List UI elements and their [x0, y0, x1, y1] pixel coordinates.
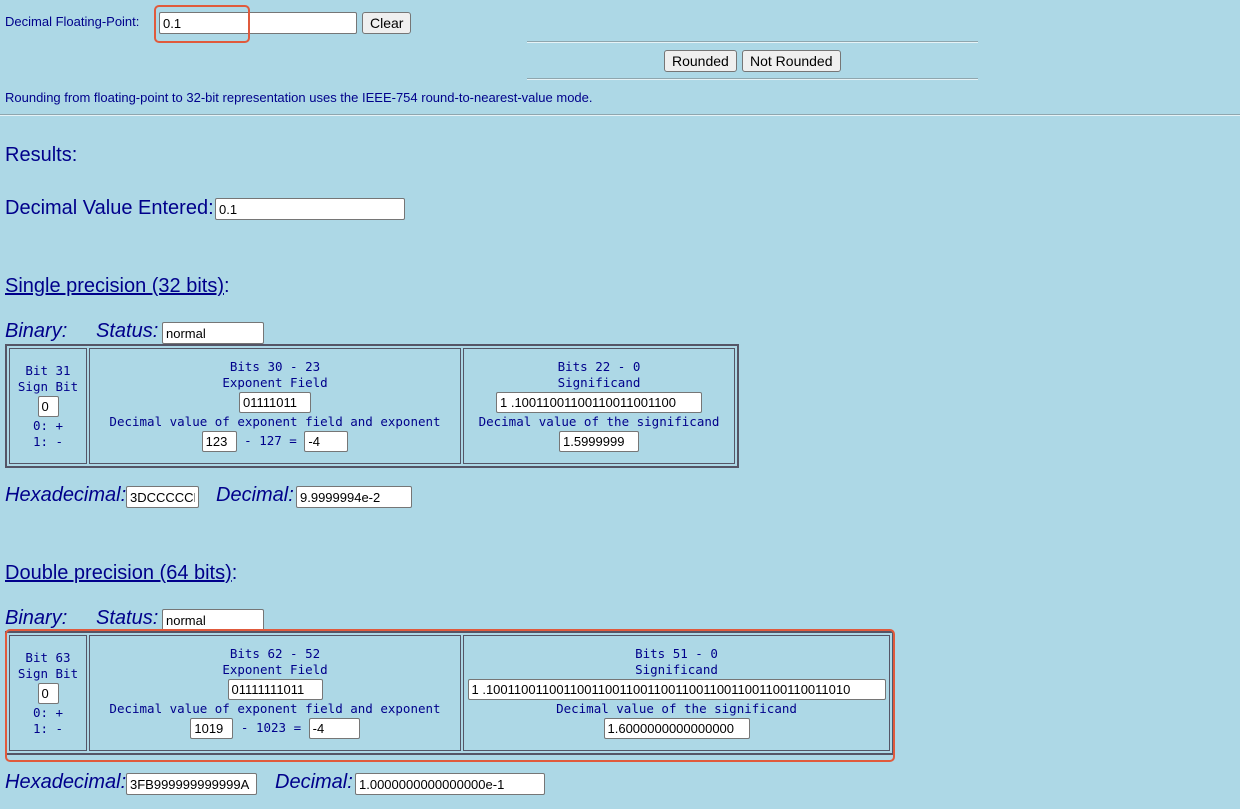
single-significand-header: Bits 22 - 0 — [557, 359, 641, 374]
double-status-field — [162, 609, 264, 631]
decimal-entered-label: Decimal Value Entered: — [5, 197, 214, 219]
single-status-field — [162, 322, 264, 344]
results-title: Results: — [5, 144, 78, 166]
single-exponent-header: Bits 30 - 23 — [229, 359, 321, 374]
double-table-highlight-box — [5, 629, 895, 762]
single-precision-link[interactable]: Single precision (32 bits) — [5, 275, 224, 297]
single-sign-minus: 1: - — [32, 433, 64, 449]
double-decimal-label: Decimal: — [275, 771, 353, 793]
decimal-entered-field — [215, 198, 405, 220]
single-decimal-label: Decimal: — [216, 484, 294, 506]
single-decimal-field[interactable] — [296, 486, 412, 508]
single-exponent-value[interactable] — [304, 431, 349, 452]
single-sign-cell: Bit 31 Sign Bit 0: + 1: - — [9, 348, 87, 464]
divider-bottom — [527, 78, 978, 80]
page-divider — [0, 114, 1240, 116]
single-exponent-subheader: Exponent Field — [222, 375, 328, 390]
single-sign-subheader: Sign Bit — [17, 378, 79, 394]
rounded-button[interactable]: Rounded — [664, 50, 737, 72]
double-status-label: Status: — [96, 607, 159, 629]
double-decimal-field[interactable] — [355, 773, 545, 795]
single-bits-table: Bit 31 Sign Bit 0: + 1: - Bits 30 - 23 E… — [5, 344, 739, 468]
single-sign-header: Bit 31 — [25, 362, 71, 378]
single-sign-plus: 0: + — [32, 417, 64, 433]
single-exponent-cell: Bits 30 - 23 Exponent Field Decimal valu… — [89, 348, 461, 464]
single-significand-value-field[interactable] — [559, 431, 639, 452]
single-sign-field[interactable] — [37, 395, 59, 417]
double-hex-label: Hexadecimal: — [5, 771, 127, 793]
double-binary-label: Binary: — [5, 607, 68, 629]
single-exponent-bias: - 127 = — [244, 433, 297, 448]
double-precision-link[interactable]: Double precision (64 bits) — [5, 562, 232, 584]
single-hex-label: Hexadecimal: — [5, 484, 127, 506]
not-rounded-button[interactable]: Not Rounded — [742, 50, 841, 72]
single-status-label: Status: — [96, 320, 159, 342]
single-precision-heading: Single precision (32 bits): — [5, 275, 230, 297]
single-significand-subheader: Significand — [557, 375, 641, 390]
decimal-input-label: Decimal Floating-Point: — [5, 14, 140, 29]
input-highlight-box — [154, 5, 250, 43]
single-binary-label: Binary: — [5, 320, 68, 342]
double-precision-heading: Double precision (64 bits): — [5, 562, 238, 584]
double-hex-field[interactable] — [126, 773, 257, 795]
single-exponent-desc: Decimal value of exponent field and expo… — [109, 414, 441, 429]
single-hex-field[interactable] — [126, 486, 199, 508]
clear-button[interactable]: Clear — [362, 12, 412, 34]
single-exponent-bits-field[interactable] — [239, 392, 311, 413]
divider-top — [527, 41, 978, 43]
rounding-note: Rounding from floating-point to 32-bit r… — [5, 90, 593, 105]
single-significand-desc: Decimal value of the significand — [478, 414, 720, 429]
single-significand-bits-field[interactable] — [496, 392, 702, 413]
single-exponent-field-value[interactable] — [201, 431, 237, 452]
single-significand-cell: Bits 22 - 0 Significand Decimal value of… — [463, 348, 735, 464]
